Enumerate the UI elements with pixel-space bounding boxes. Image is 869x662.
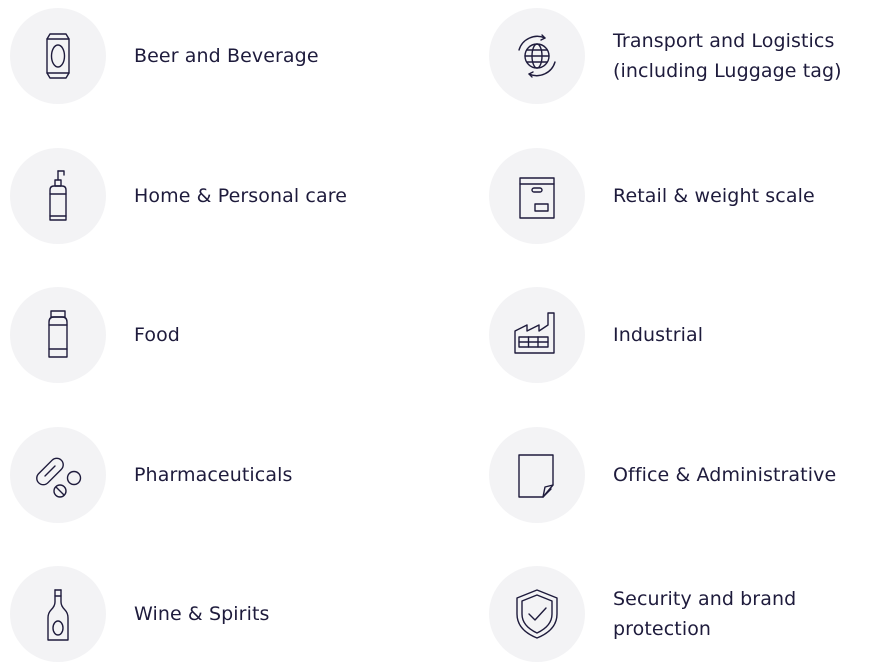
icon-circle: [10, 566, 106, 662]
category-label: Home & Personal care: [134, 185, 347, 207]
category-food: Food: [10, 287, 180, 383]
shield-check-icon: [516, 589, 558, 639]
category-retail-weight-scale: Retail & weight scale: [489, 148, 815, 244]
factory-icon: [514, 312, 555, 354]
icon-circle: [10, 8, 106, 104]
category-wine-spirits: Wine & Spirits: [10, 566, 270, 662]
category-label: Transport and Logistics (including Lugga…: [613, 30, 842, 82]
category-beer-and-beverage: Beer and Beverage: [10, 8, 319, 104]
category-label: Wine & Spirits: [134, 603, 270, 625]
category-label: Pharmaceuticals: [134, 464, 293, 486]
food-jar-icon: [48, 310, 68, 358]
category-label: Industrial: [613, 324, 704, 346]
icon-circle: [10, 427, 106, 523]
category-office-administrative: Office & Administrative: [489, 427, 836, 523]
globe-cycle-icon: [518, 34, 556, 78]
category-security-brand-protection: Security and brand protection: [489, 566, 796, 662]
category-label: Security and brand protection: [613, 588, 797, 640]
icon-circle: [489, 148, 585, 244]
icon-circle: [10, 287, 106, 383]
pills-icon: [36, 457, 82, 498]
package-box-icon: [519, 177, 555, 219]
category-home-personal-care: Home & Personal care: [10, 148, 347, 244]
wine-bottle-icon: [47, 589, 69, 641]
icon-circle: [489, 566, 585, 662]
category-label: Beer and Beverage: [134, 45, 319, 67]
category-label: Retail & weight scale: [613, 185, 815, 207]
category-transport-and-logistics: Transport and Logistics (including Lugga…: [489, 8, 842, 104]
category-industrial: Industrial: [489, 287, 703, 383]
icon-circle: [10, 148, 106, 244]
icon-circle: [489, 8, 585, 104]
category-label: Food: [134, 324, 180, 346]
icon-circle: [489, 427, 585, 523]
pump-bottle-icon: [49, 170, 67, 221]
category-label: Office & Administrative: [613, 464, 837, 486]
icon-circle: [489, 287, 585, 383]
beverage-can-icon: [46, 33, 70, 79]
document-page-icon: [518, 454, 554, 498]
category-pharmaceuticals: Pharmaceuticals: [10, 427, 292, 523]
